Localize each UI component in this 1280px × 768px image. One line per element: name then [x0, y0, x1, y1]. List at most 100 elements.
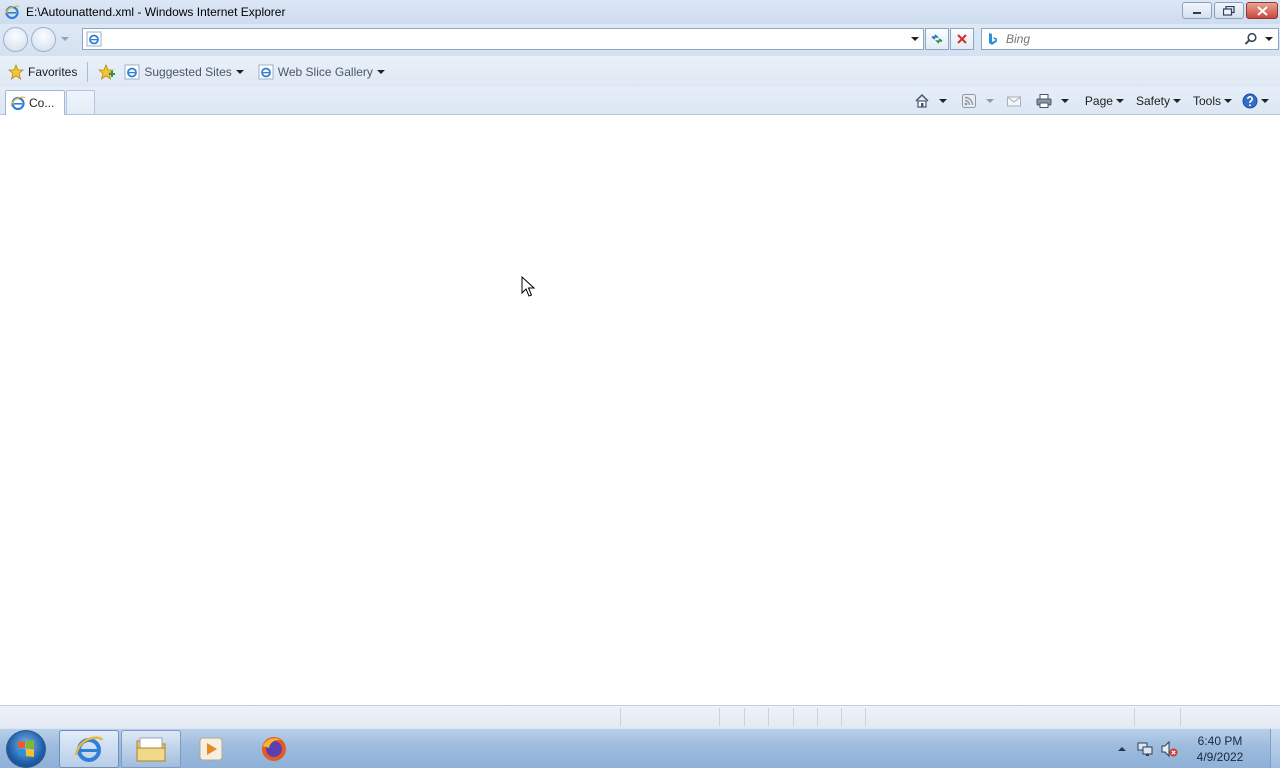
taskbar-windows-explorer[interactable]: [121, 730, 181, 768]
help-icon: [1242, 93, 1258, 109]
tools-menu-label: Tools: [1192, 94, 1221, 108]
taskbar-internet-explorer[interactable]: [59, 730, 119, 768]
media-player-icon: [199, 737, 223, 761]
chevron-down-icon: [376, 69, 385, 74]
taskbar-clock[interactable]: 6:40 PM 4/9/2022: [1184, 733, 1256, 765]
bing-icon: [989, 33, 997, 45]
tab-row: Co... Page Safety Tools: [0, 87, 1280, 115]
favorites-button[interactable]: Favorites: [4, 60, 81, 84]
safety-menu-button[interactable]: Safety: [1133, 90, 1184, 112]
favorites-label: Favorites: [28, 64, 78, 79]
taskbar: 6:40 PM 4/9/2022: [0, 728, 1280, 768]
refresh-icon: [931, 34, 943, 44]
favorites-bar: Favorites Suggested Sites Web Slice Gall…: [0, 56, 1280, 87]
page-content-area[interactable]: [0, 116, 1280, 705]
tools-menu-button[interactable]: Tools: [1190, 90, 1235, 112]
close-button[interactable]: [1246, 2, 1278, 19]
star-icon: [8, 63, 24, 80]
search-icon[interactable]: [1244, 32, 1258, 46]
clock-time: 6:40 PM: [1197, 734, 1243, 748]
status-bar: [0, 705, 1280, 728]
system-tray: 6:40 PM 4/9/2022: [1116, 729, 1280, 768]
window-controls: [1182, 2, 1278, 19]
internet-explorer-icon: [10, 96, 26, 111]
network-icon[interactable]: [1136, 740, 1154, 758]
chevron-down-icon: [1265, 37, 1273, 41]
status-divider: [620, 708, 621, 726]
status-divider: [744, 708, 745, 726]
stop-icon: [957, 34, 967, 44]
status-divider: [1134, 708, 1135, 726]
start-button[interactable]: [6, 730, 46, 768]
search-box[interactable]: [981, 28, 1279, 50]
show-desktop-button[interactable]: [1270, 729, 1280, 768]
read-mail-button[interactable]: [1003, 90, 1025, 112]
restore-icon: [1223, 5, 1235, 16]
status-divider: [719, 708, 720, 726]
help-menu-button[interactable]: [1239, 90, 1272, 112]
stop-button[interactable]: [950, 28, 974, 50]
minimize-icon: [1193, 11, 1201, 14]
forward-button[interactable]: [31, 27, 56, 52]
taskbar-media-player[interactable]: [181, 730, 241, 768]
volume-muted-icon[interactable]: [1160, 740, 1178, 758]
status-divider: [841, 708, 842, 726]
status-divider: [817, 708, 818, 726]
web-slice-gallery-button[interactable]: Web Slice Gallery: [254, 60, 389, 84]
clock-date: 4/9/2022: [1196, 750, 1244, 764]
search-provider-dropdown[interactable]: [1263, 33, 1275, 45]
address-bar[interactable]: [82, 28, 924, 50]
page-menu-label: Page: [1084, 94, 1113, 108]
toolbar-divider: [87, 61, 89, 82]
tab-label: Co...: [29, 96, 55, 110]
minimize-button[interactable]: [1182, 2, 1212, 19]
chevron-down-icon: [1224, 99, 1232, 103]
suggested-sites-label: Suggested Sites: [144, 64, 232, 79]
window-title: E:\Autounattend.xml - Windows Internet E…: [26, 5, 286, 19]
tab-active[interactable]: Co...: [5, 90, 65, 115]
folder-icon: [136, 737, 166, 762]
search-input[interactable]: [1006, 31, 1236, 47]
suggested-sites-button[interactable]: Suggested Sites: [120, 60, 247, 84]
rss-feed-icon: [961, 94, 976, 108]
status-divider: [865, 708, 866, 726]
chevron-down-icon: [1115, 99, 1124, 103]
firefox-icon: [262, 737, 286, 761]
add-to-favorites-bar-button[interactable]: [94, 60, 120, 84]
windows-logo-icon: [18, 740, 34, 757]
chevron-down-icon: [911, 37, 919, 41]
home-button[interactable]: [911, 90, 950, 112]
page-menu-button[interactable]: Page: [1082, 90, 1127, 112]
chevron-up-icon: [1118, 747, 1126, 751]
taskbar-firefox[interactable]: [244, 730, 304, 768]
status-divider: [768, 708, 769, 726]
restore-button[interactable]: [1214, 2, 1244, 19]
close-icon: [1256, 5, 1268, 16]
chevron-down-icon: [1261, 99, 1269, 103]
new-tab-button[interactable]: [66, 90, 95, 114]
home-icon: [915, 93, 929, 108]
feeds-button[interactable]: [958, 90, 997, 112]
ie-page-icon: [124, 64, 140, 79]
mouse-pointer-icon: [521, 276, 536, 297]
web-slice-gallery-label: Web Slice Gallery: [277, 64, 373, 79]
status-divider: [793, 708, 794, 726]
page-icon: [86, 31, 102, 47]
command-bar: Page Safety Tools: [911, 90, 1272, 112]
chevron-down-icon: [938, 99, 947, 103]
refresh-button[interactable]: [925, 28, 949, 50]
title-bar: E:\Autounattend.xml - Windows Internet E…: [0, 0, 1280, 24]
address-dropdown[interactable]: [909, 33, 921, 45]
chevron-down-icon: [235, 69, 244, 74]
show-hidden-icons-button[interactable]: [1116, 743, 1128, 755]
print-button[interactable]: [1033, 90, 1072, 112]
chevron-down-icon: [1172, 99, 1181, 103]
navigation-bar: [0, 24, 1280, 56]
safety-menu-label: Safety: [1135, 94, 1170, 108]
recent-pages-dropdown[interactable]: [60, 34, 70, 44]
address-input[interactable]: [105, 31, 905, 47]
printer-icon: [1036, 94, 1052, 108]
internet-explorer-icon: [4, 5, 20, 20]
mail-icon: [1006, 96, 1021, 107]
back-button[interactable]: [3, 27, 28, 52]
